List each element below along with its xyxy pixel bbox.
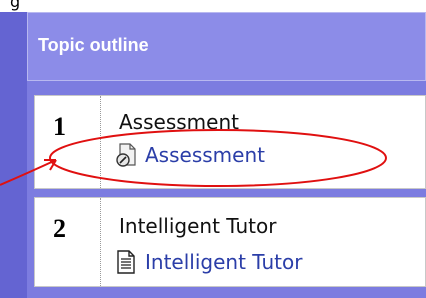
section-number: 1: [53, 112, 66, 141]
page-icon: [117, 250, 135, 274]
section-title: Assessment: [119, 110, 239, 134]
section-number-cell: 2: [35, 198, 101, 286]
assessment-link-label: Assessment: [145, 143, 265, 167]
intelligent-tutor-link[interactable]: Intelligent Tutor: [115, 250, 302, 274]
intelligent-tutor-link-label: Intelligent Tutor: [145, 250, 303, 274]
section-number: 2: [53, 214, 66, 243]
assessment-link[interactable]: Assessment: [115, 143, 265, 167]
quiz-icon: [116, 143, 136, 167]
section-number-cell: 1: [35, 96, 101, 188]
section-title: Intelligent Tutor: [119, 214, 277, 238]
section-1: 1 Assessment Assessment: [34, 95, 426, 189]
topic-outline-header: Topic outline: [27, 12, 426, 81]
partial-top-text: g: [0, 0, 426, 12]
section-2: 2 Intelligent Tutor Intelligent Tutor: [34, 197, 426, 287]
topic-outline-title: Topic outline: [38, 35, 149, 55]
partial-top-text-label: g: [10, 0, 21, 11]
